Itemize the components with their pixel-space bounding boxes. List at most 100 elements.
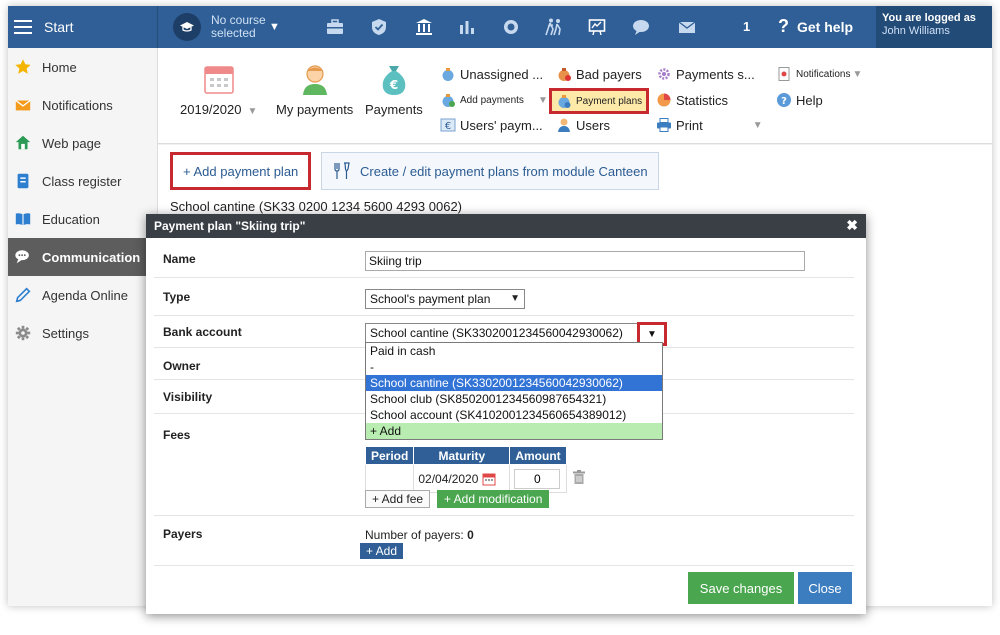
speech-bubble-icon[interactable] — [630, 16, 652, 38]
dropdown-option-add[interactable]: + Add — [366, 423, 662, 439]
chevron-down-icon: ▼ — [269, 21, 280, 33]
bad-payers-button[interactable]: Bad payers — [556, 64, 642, 84]
course-label: No course selected — [211, 13, 266, 40]
users-button[interactable]: Users — [556, 115, 610, 135]
sidebar-item-settings[interactable]: Settings — [8, 314, 157, 352]
sidebar-item-notifications[interactable]: Notifications — [8, 86, 157, 124]
fees-table-header: Period Maturity Amount — [364, 446, 567, 465]
chevron-down-icon: ▼ — [647, 328, 657, 340]
year-label: 2019/2020 — [180, 102, 242, 117]
bad-payer-icon — [556, 66, 572, 82]
sidebar-item-education[interactable]: Education — [8, 200, 157, 238]
name-input[interactable] — [365, 251, 805, 271]
maturity-cell[interactable]: 02/04/2020 — [413, 464, 511, 493]
payment-plan-icon — [556, 93, 572, 109]
bank-account-label: Bank account — [163, 325, 242, 339]
bank-icon[interactable] — [413, 16, 435, 38]
trash-icon[interactable] — [573, 470, 585, 484]
sidebar-item-label: Agenda Online — [42, 287, 129, 303]
payment-plans-button[interactable]: Payment plans — [549, 88, 650, 114]
notifications-button[interactable]: Notifications ▼ — [776, 64, 862, 84]
year-selector[interactable]: 2019/2020 ▼ — [180, 62, 257, 117]
dropdown-option[interactable]: School club (SK8502001234560987654321) — [366, 391, 662, 407]
period-cell[interactable] — [364, 464, 415, 493]
briefcase-icon[interactable] — [324, 16, 346, 38]
canteen-plans-button[interactable]: Create / edit payment plans from module … — [321, 152, 659, 190]
add-payers-button[interactable]: + Add — [360, 543, 404, 559]
person-icon — [298, 62, 332, 96]
dialog-header: Payment plan "Skiing trip" ✖ — [146, 214, 866, 238]
sidebar-item-home[interactable]: Home — [8, 48, 157, 86]
sidebar-item-label: Notifications — [42, 97, 113, 113]
svg-text:€: € — [445, 121, 451, 132]
medal-icon[interactable] — [500, 16, 522, 38]
unassigned-label: Unassigned ... — [460, 66, 544, 82]
payments-s-button[interactable]: Payments s... — [656, 64, 755, 84]
pen-icon — [12, 284, 34, 306]
users-payments-button[interactable]: € Users' paym... — [440, 115, 543, 135]
money-bag-add-icon — [440, 92, 456, 108]
print-button[interactable]: Print ▼ — [656, 115, 763, 135]
sidebar-item-class-register[interactable]: Class register — [8, 162, 157, 200]
sidebar-item-label: Class register — [42, 173, 122, 189]
sidebar-item-label: Home — [42, 59, 77, 75]
cog-icon — [656, 66, 672, 82]
payers-label: Payers — [163, 527, 203, 541]
statistics-label: Statistics — [676, 92, 729, 108]
add-fee-button[interactable]: + Add fee — [365, 490, 431, 508]
payments-ribbon: 2019/2020 ▼ My payments € Payments Unassi… — [158, 48, 992, 144]
notification-doc-icon — [776, 66, 792, 82]
unassigned-button[interactable]: Unassigned ... — [440, 64, 543, 84]
calendar-icon — [202, 62, 236, 96]
running-icon[interactable] — [543, 16, 565, 38]
save-changes-button[interactable]: Save changes — [688, 572, 794, 604]
add-payment-plan-button[interactable]: + Add payment plan — [170, 152, 312, 190]
sidebar-item-label: Communication — [42, 249, 141, 265]
payers-count-label: Number of payers: — [365, 528, 464, 542]
add-payments-label: Add payments — [460, 94, 524, 106]
sidebar-item-label: Education — [42, 211, 100, 227]
triangle-down-icon: ▼ — [752, 119, 763, 131]
add-payments-button[interactable]: Add payments ▼ — [440, 90, 548, 110]
start-menu-button[interactable]: Start — [8, 6, 158, 48]
dropdown-option-selected[interactable]: School cantine (SK3302001234560042930062… — [366, 375, 662, 391]
bank-account-select[interactable]: School cantine (SK3302001234560042930062… — [365, 323, 665, 343]
payers-count: Number of payers: 0 — [365, 528, 474, 542]
calendar-icon[interactable] — [482, 472, 496, 486]
column-header: Period — [364, 446, 415, 465]
close-button[interactable]: Close — [798, 572, 852, 604]
help-button[interactable]: ? Help — [776, 90, 823, 110]
bar-chart-icon[interactable] — [456, 16, 478, 38]
sidebar-item-communication[interactable]: Communication — [8, 238, 157, 276]
euro-icon: € — [440, 117, 456, 133]
type-select[interactable]: School's payment plan ▼ — [365, 289, 525, 309]
dropdown-option[interactable]: Paid in cash — [366, 343, 662, 359]
user-info[interactable]: You are logged as John Williams — [876, 6, 992, 48]
type-label: Type — [163, 290, 191, 304]
dropdown-option[interactable]: School account (SK4102001234560654389012… — [366, 407, 662, 423]
statistics-button[interactable]: Statistics — [656, 90, 728, 110]
bank-account-dropdown: Paid in cash - School cantine (SK3302001… — [365, 342, 663, 440]
get-help-button[interactable]: ? Get help — [778, 16, 853, 37]
payment-plans-label: Payment plans — [576, 95, 643, 107]
owner-label: Owner — [163, 359, 201, 373]
shield-icon[interactable] — [368, 16, 390, 38]
course-selector[interactable]: No course selected ▼ — [173, 12, 280, 42]
amount-input[interactable] — [514, 468, 561, 489]
mail-icon[interactable] — [676, 16, 698, 38]
add-modification-button[interactable]: + Add modification — [437, 490, 550, 508]
board-icon[interactable] — [586, 16, 608, 38]
my-payments-button[interactable]: My payments — [276, 62, 353, 117]
close-icon[interactable]: ✖ — [846, 217, 858, 234]
bank-account-value: School cantine (SK3302001234560042930062… — [370, 326, 623, 340]
sidebar-item-web-page[interactable]: Web page — [8, 124, 157, 162]
dropdown-option[interactable]: - — [366, 359, 662, 375]
my-payments-label: My payments — [276, 102, 354, 117]
amount-cell — [509, 464, 567, 493]
payments-button[interactable]: € Payments — [365, 62, 423, 117]
money-bag-icon: € — [377, 62, 411, 96]
payers-row: Payers — [154, 516, 854, 566]
canteen-plans-label: Create / edit payment plans from module … — [360, 163, 648, 179]
sidebar-item-agenda-online[interactable]: Agenda Online — [8, 276, 157, 314]
payers-count-value: 0 — [467, 528, 474, 542]
